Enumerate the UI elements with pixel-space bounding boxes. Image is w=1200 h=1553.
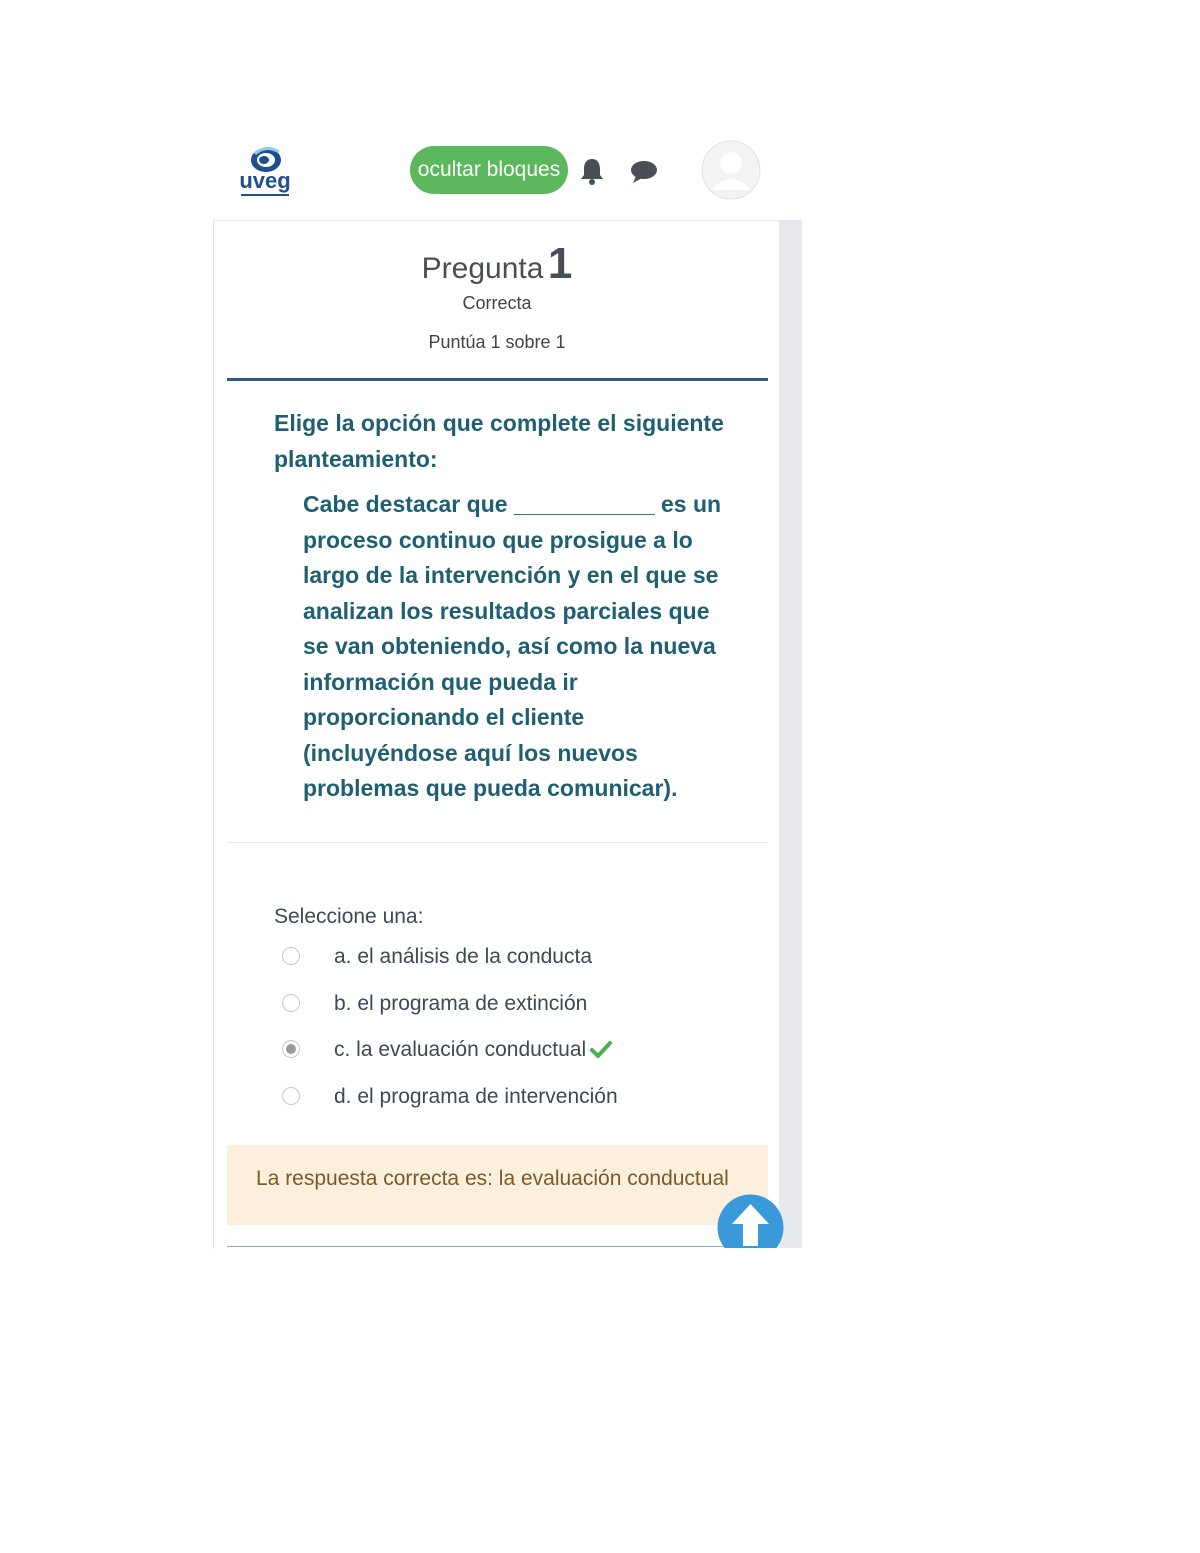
- divider: [227, 842, 768, 843]
- side-scroll-rail: [779, 220, 802, 1248]
- bell-icon[interactable]: [578, 156, 606, 186]
- chat-icon[interactable]: [629, 158, 659, 186]
- question-text-line: proporcionando el cliente: [303, 704, 585, 730]
- answer-option-label[interactable]: a. el análisis de la conducta: [334, 945, 592, 969]
- scroll-top-button[interactable]: [717, 1194, 784, 1248]
- answer-option-c[interactable]: c. la evaluación conductual: [280, 1038, 740, 1066]
- question-state: Correcta: [462, 293, 532, 313]
- checkmark-icon: [590, 1040, 613, 1058]
- question-text-line: (incluyéndose aquí los nuevos: [303, 739, 638, 766]
- question-text: Cabe destacar que ___________ es un proc…: [303, 487, 743, 807]
- answer-option-d[interactable]: d. el programa de intervención: [280, 1085, 740, 1113]
- question-text-line: Cabe destacar que ___________ es un: [303, 491, 722, 517]
- divider: [227, 1246, 768, 1247]
- answer-option-label[interactable]: b. el programa de extinción: [334, 992, 587, 1016]
- question-text-line: analizan los resultados parciales que: [303, 597, 710, 624]
- question-instruction: Elige la opción que complete el siguient…: [274, 410, 724, 472]
- radio-button-selected[interactable]: [282, 1040, 300, 1058]
- question-panel: Pregunta 1 Correcta Puntúa 1 sobre 1 Eli…: [213, 220, 780, 1249]
- question-heading: Pregunta 1: [214, 239, 780, 289]
- question-text-line: se van obteniendo, así como la nueva: [303, 633, 716, 659]
- question-text-line: proceso continuo que prosigue a lo: [303, 526, 693, 553]
- radio-button[interactable]: [282, 1087, 300, 1105]
- answer-option-label-wrap[interactable]: c. la evaluación conductual: [334, 1038, 613, 1062]
- radio-button[interactable]: [282, 994, 300, 1012]
- hide-blocks-button[interactable]: ocultar bloques: [410, 146, 568, 194]
- right-answer-text: La respuesta correcta es: la evaluación …: [256, 1167, 729, 1190]
- question-text-line: largo de la intervención y en el que se: [303, 562, 719, 588]
- answer-option-a[interactable]: a. el análisis de la conducta: [280, 945, 740, 973]
- question-grade: Puntúa 1 sobre 1: [428, 332, 566, 352]
- answer-prompt: Seleccione una:: [274, 905, 424, 928]
- feedback-box: La respuesta correcta es: la evaluación …: [227, 1145, 768, 1225]
- logo-text: uveg: [239, 168, 290, 193]
- question-text-line: información que pueda ir: [303, 668, 578, 695]
- question-label: Pregunta: [421, 252, 544, 285]
- answer-option-b[interactable]: b. el programa de extinción: [280, 992, 740, 1020]
- answer-option-label[interactable]: c. la evaluación conductual: [334, 1038, 586, 1061]
- divider: [227, 378, 768, 381]
- question-number: 1: [547, 239, 573, 288]
- question-text-line: problemas que pueda comunicar).: [303, 775, 678, 801]
- answer-option-label[interactable]: d. el programa de intervención: [334, 1085, 618, 1109]
- uveg-logo[interactable]: uveg: [233, 142, 297, 200]
- arrow-up-icon: [717, 1194, 784, 1248]
- radio-button[interactable]: [282, 947, 300, 965]
- user-avatar-icon[interactable]: [701, 140, 761, 200]
- top-navbar: uveg ocultar bloques: [213, 138, 803, 204]
